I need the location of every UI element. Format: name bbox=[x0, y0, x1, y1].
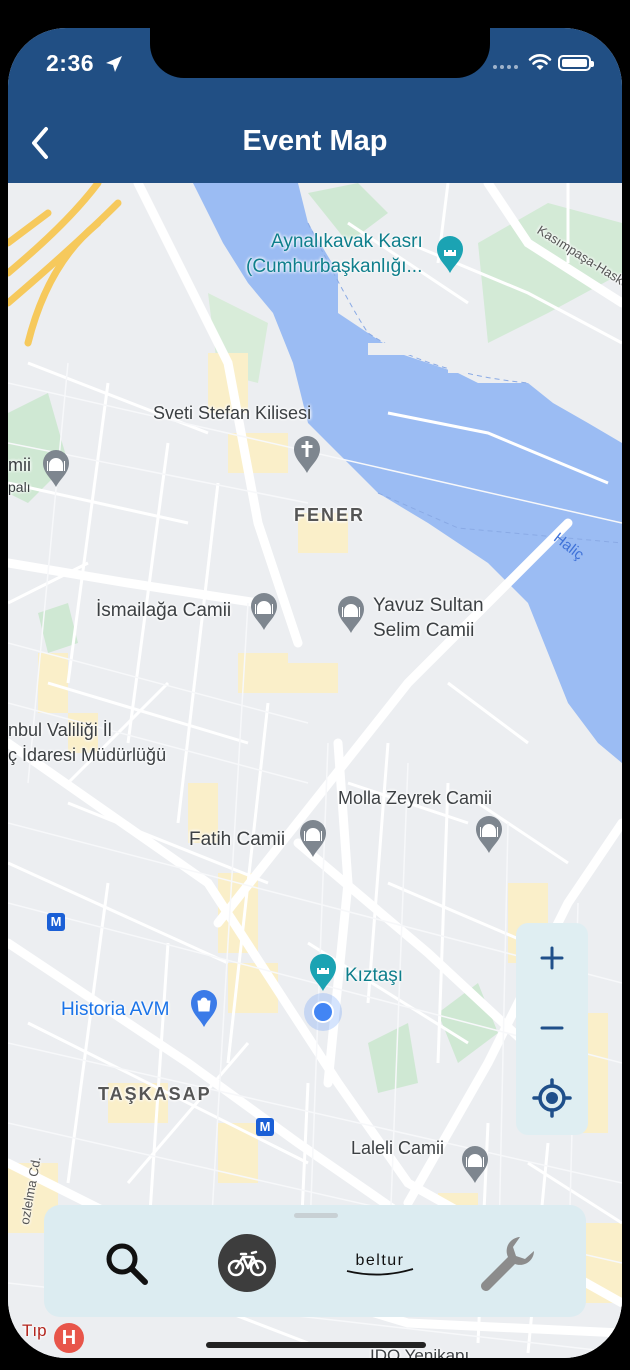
settings-button[interactable] bbox=[470, 1227, 542, 1299]
beltur-logo-text: beltur bbox=[355, 1252, 404, 1269]
device-notch bbox=[150, 28, 490, 78]
map-zoom-controls bbox=[516, 923, 588, 1135]
zoom-in-button[interactable] bbox=[516, 923, 588, 993]
label-valilik: nbul Valiliği İl bbox=[8, 720, 112, 740]
castle-pin-icon[interactable] bbox=[435, 235, 465, 275]
label-yavuz-sultan: Yavuz Sultan bbox=[373, 595, 484, 616]
metro-station-icon[interactable]: M bbox=[47, 913, 65, 931]
mosque-pin-icon[interactable] bbox=[460, 1145, 490, 1185]
label-valilik-sub: ç İdaresi Müdürlüğü bbox=[8, 745, 167, 765]
crosshair-target-icon bbox=[532, 1078, 572, 1118]
my-location-button[interactable] bbox=[516, 1063, 588, 1133]
label-left-camii-sub: palı bbox=[8, 479, 31, 495]
label-left-camii: mii bbox=[8, 455, 31, 475]
home-indicator bbox=[206, 1342, 426, 1348]
mosque-pin-icon[interactable] bbox=[41, 449, 71, 489]
status-time: 2:36 bbox=[46, 50, 95, 76]
beltur-button[interactable]: beltur bbox=[332, 1227, 428, 1299]
user-location-dot bbox=[304, 993, 342, 1031]
label-aynalikavak-sub: (Cumhurbaşkanlığı... bbox=[246, 256, 423, 277]
metro-station-icon[interactable]: M bbox=[256, 1118, 274, 1136]
label-sveti-stefan: Sveti Stefan Kilisesi bbox=[153, 403, 312, 423]
map-base bbox=[8, 183, 622, 1354]
label-selim-camii: Selim Camii bbox=[373, 620, 475, 641]
castle-pin-icon[interactable] bbox=[308, 953, 338, 993]
app-header: 2:36 Event Map bbox=[8, 28, 622, 183]
drag-handle[interactable] bbox=[294, 1213, 338, 1218]
label-molla-zeyrek: Molla Zeyrek Camii bbox=[338, 788, 493, 808]
phone-screen: Aynalıkavak Kasrı (Cumhurbaşkanlığı... K… bbox=[8, 28, 622, 1358]
label-laleli-camii: Laleli Camii bbox=[351, 1138, 445, 1158]
label-ismailaga: İsmailağa Camii bbox=[96, 600, 232, 621]
beltur-logo: beltur bbox=[346, 1252, 414, 1276]
label-tip: Tıp bbox=[22, 1321, 47, 1340]
map-view[interactable]: Aynalıkavak Kasrı (Cumhurbaşkanlığı... K… bbox=[8, 183, 622, 1358]
cellular-signal-icon bbox=[493, 65, 518, 69]
zoom-out-button[interactable] bbox=[516, 993, 588, 1063]
location-arrow-icon bbox=[106, 56, 122, 72]
label-taskasap: TAŞKASAP bbox=[98, 1084, 212, 1104]
hospital-icon[interactable]: H bbox=[54, 1323, 84, 1353]
label-aynalikavak: Aynalıkavak Kasrı bbox=[271, 231, 423, 252]
bike-button[interactable] bbox=[211, 1227, 283, 1299]
search-button[interactable] bbox=[90, 1227, 162, 1299]
mosque-pin-icon[interactable] bbox=[336, 595, 366, 635]
label-fatih-camii: Fatih Camii bbox=[189, 829, 286, 850]
label-fener: FENER bbox=[294, 505, 366, 525]
wifi-icon bbox=[528, 54, 552, 70]
plus-icon bbox=[540, 946, 564, 970]
church-pin-icon[interactable] bbox=[292, 435, 322, 475]
page-title: Event Map bbox=[242, 125, 388, 157]
label-historia-avm: Historia AVM bbox=[61, 999, 170, 1020]
bottom-toolbar: beltur bbox=[44, 1205, 586, 1317]
battery-icon bbox=[558, 55, 594, 71]
search-icon bbox=[106, 1243, 148, 1285]
mosque-pin-icon[interactable] bbox=[249, 592, 279, 632]
mosque-pin-icon[interactable] bbox=[298, 819, 328, 859]
minus-icon bbox=[540, 1026, 564, 1030]
mosque-pin-icon[interactable] bbox=[474, 815, 504, 855]
shopping-pin-icon[interactable] bbox=[189, 989, 219, 1029]
wrench-icon bbox=[481, 1237, 534, 1291]
bike-icon bbox=[218, 1234, 276, 1292]
label-kiztasi: Kıztaşı bbox=[345, 965, 404, 986]
